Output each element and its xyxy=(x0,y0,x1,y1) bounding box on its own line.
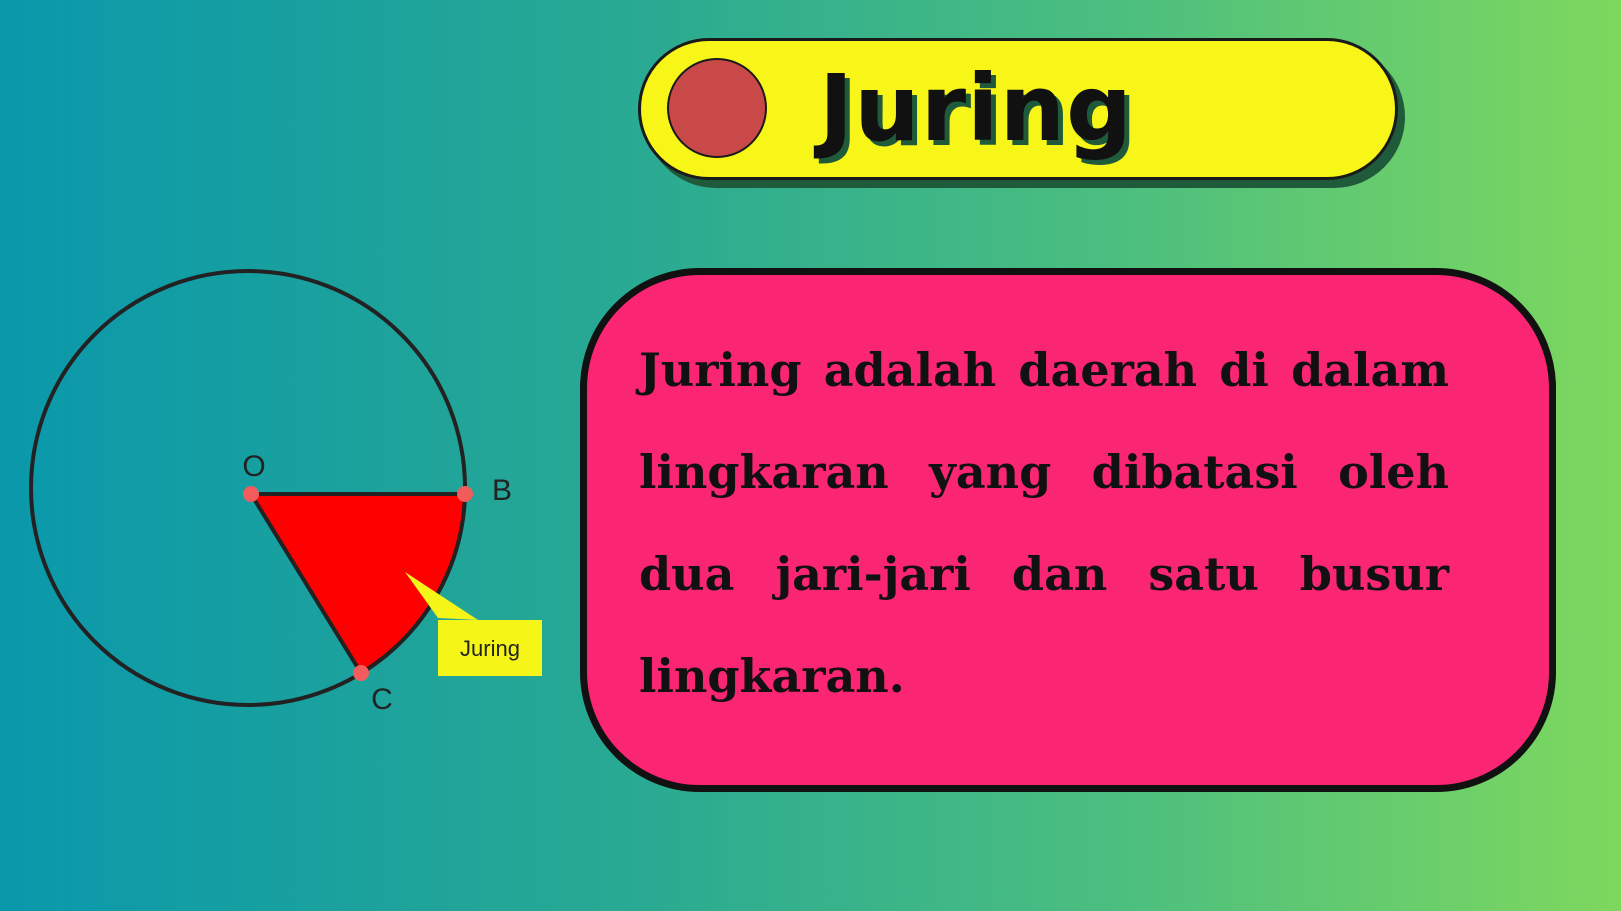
title-bar: Juring xyxy=(638,38,1398,180)
circle-sector-diagram: Juring O B C xyxy=(29,269,542,716)
sector-juring xyxy=(249,492,467,675)
point-c xyxy=(353,665,369,681)
page-title: Juring xyxy=(819,55,1133,162)
title-bullet-icon xyxy=(667,58,767,158)
label-o: O xyxy=(242,450,265,483)
label-b: B xyxy=(492,474,512,507)
definition-text: Juring adalah daerah di dalam lingkaran … xyxy=(639,343,1449,703)
point-o xyxy=(243,486,259,502)
point-b xyxy=(457,486,473,502)
label-c: C xyxy=(371,683,393,716)
callout-label: Juring xyxy=(460,636,520,661)
definition-card: Juring adalah daerah di dalam lingkaran … xyxy=(580,268,1556,792)
